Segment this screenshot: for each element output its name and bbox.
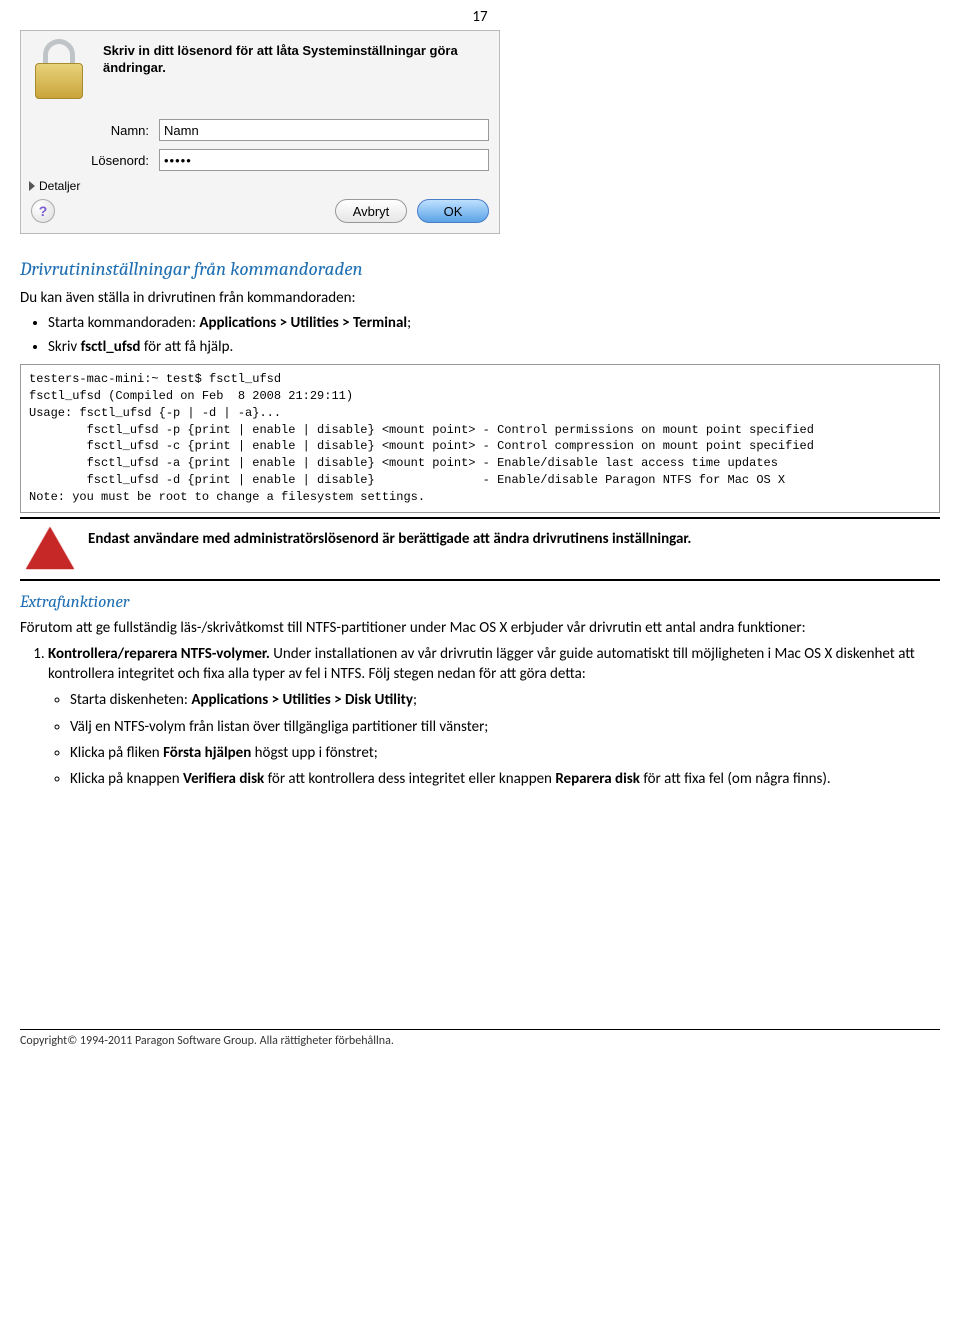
list-item: Starta kommandoraden: Applications > Uti… xyxy=(48,314,940,332)
cancel-button[interactable]: Avbryt xyxy=(335,199,407,223)
lock-icon xyxy=(31,41,91,101)
dialog-message: Skriv in ditt lösenord för att låta Syst… xyxy=(103,41,489,77)
details-disclosure[interactable]: Detaljer xyxy=(29,179,489,193)
page-number: 17 xyxy=(20,0,940,30)
cmdline-steps-list: Starta kommandoraden: Applications > Uti… xyxy=(48,314,940,356)
terminal-output: testers-mac-mini:~ test$ fsctl_ufsd fsct… xyxy=(20,364,940,512)
page-footer: Copyright© 1994-2011 Paragon Software Gr… xyxy=(20,1029,940,1048)
name-input[interactable] xyxy=(159,119,489,141)
section-intro: Du kan även ställa in drivrutinen från k… xyxy=(20,288,940,308)
ok-button[interactable]: OK xyxy=(417,199,489,223)
list-item: Klicka på fliken Första hjälpen högst up… xyxy=(70,743,940,763)
section2-intro: Förutom att ge fullständig läs-/skrivåtk… xyxy=(20,618,940,638)
triangle-right-icon xyxy=(29,181,35,191)
list-item: Kontrollera/reparera NTFS-volymer. Under… xyxy=(48,644,940,790)
list-item: Välj en NTFS-volym från listan över till… xyxy=(70,717,940,737)
auth-dialog: Skriv in ditt lösenord för att låta Syst… xyxy=(20,30,500,234)
list-item: Skriv fsctl_ufsd för att få hjälp. xyxy=(48,338,940,356)
details-label: Detaljer xyxy=(39,179,80,193)
sub-steps-list: Starta diskenheten: Applications > Utili… xyxy=(70,690,940,789)
document-page: 17 Skriv in ditt lösenord för att låta S… xyxy=(0,0,960,1068)
help-button[interactable]: ? xyxy=(31,199,55,223)
warning-callout: ! Endast användare med administratörslös… xyxy=(20,517,940,581)
warning-text: Endast användare med administratörslösen… xyxy=(88,529,691,549)
extra-features-list: Kontrollera/reparera NTFS-volymer. Under… xyxy=(48,644,940,790)
warning-icon: ! xyxy=(28,529,72,569)
name-label: Namn: xyxy=(31,123,159,138)
password-input[interactable] xyxy=(159,149,489,171)
section-heading-extra: Extrafunktioner xyxy=(20,593,940,612)
password-label: Lösenord: xyxy=(31,153,159,168)
list-item: Starta diskenheten: Applications > Utili… xyxy=(70,690,940,710)
list-item: Klicka på knappen Verifiera disk för att… xyxy=(70,769,940,789)
section-heading-cmdline: Drivrutininställningar från kommandorade… xyxy=(20,258,940,280)
